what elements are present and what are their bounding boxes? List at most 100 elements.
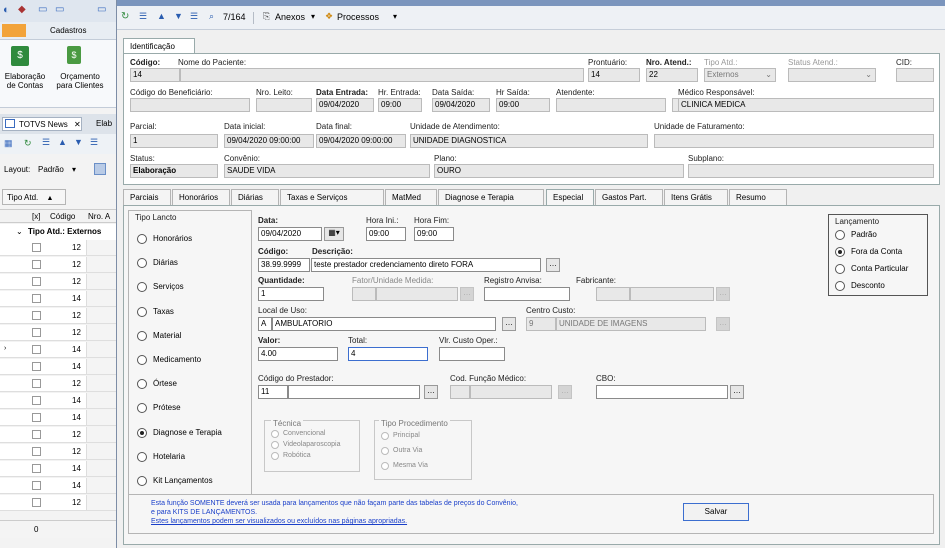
tipo-lancto-radio[interactable]	[137, 427, 147, 438]
table-row[interactable]: 14	[0, 291, 117, 307]
quantidade-field[interactable]: 1	[258, 287, 324, 301]
refresh-icon[interactable]: ◆	[18, 4, 26, 15]
centro-custo-lookup-button[interactable]: …	[716, 317, 730, 331]
data-saida-field[interactable]: 09/04/2020	[432, 98, 490, 112]
window-icon-3[interactable]: ▭	[97, 4, 106, 15]
data-inicial-field[interactable]: 09/04/2020 09:00:00	[224, 134, 314, 148]
row-checkbox[interactable]	[32, 345, 41, 354]
table-row[interactable]: 14	[0, 410, 117, 426]
medico-field[interactable]: CLINICA MEDICA	[678, 98, 934, 112]
tecnica-radio[interactable]	[271, 441, 279, 449]
vlr-custo-field[interactable]	[439, 347, 505, 361]
prev-record-icon[interactable]: ▲	[157, 11, 166, 21]
descricao-lookup-button[interactable]: …	[546, 258, 560, 272]
fator-lookup-button[interactable]: …	[460, 287, 474, 301]
fabricante-field[interactable]	[630, 287, 714, 301]
table-row[interactable]: 14	[0, 342, 117, 358]
unidade-medida-field[interactable]	[376, 287, 458, 301]
processos-button[interactable]: Processos	[337, 12, 379, 22]
tipo-lancto-radio[interactable]	[137, 234, 147, 244]
last-record-icon[interactable]: ☰	[190, 11, 198, 22]
registro-field[interactable]	[484, 287, 570, 301]
table-row[interactable]: 12	[0, 308, 117, 324]
row-checkbox[interactable]	[32, 277, 41, 286]
data-entrada-field[interactable]: 09/04/2020	[316, 98, 374, 112]
col-codigo[interactable]: Código	[50, 212, 75, 221]
row-checkbox[interactable]	[32, 243, 41, 252]
tab-totvs-news[interactable]: TOTVS News ✕	[2, 117, 82, 131]
lancamento-radio[interactable]	[835, 247, 845, 257]
table-row[interactable]: 14	[0, 393, 117, 409]
refresh-icon-2[interactable]: ↻	[24, 138, 32, 149]
tipo-atd-select[interactable]: Externos ⌄	[704, 68, 776, 82]
tipo-lancto-radio[interactable]	[137, 282, 147, 293]
tipo-lancto-radio[interactable]	[137, 451, 147, 462]
col-nro[interactable]: Nro. A	[88, 212, 110, 221]
table-row[interactable]: 12	[0, 376, 117, 392]
tab-identificacao[interactable]: Identificação	[123, 38, 195, 54]
row-checkbox[interactable]	[32, 481, 41, 490]
fabricante-code-field[interactable]	[596, 287, 630, 301]
sort-asc-icon[interactable]: ☰	[42, 137, 50, 148]
data-final-field[interactable]: 09/04/2020 09:00:00	[316, 134, 406, 148]
filter-chip[interactable]: Tipo Atd. ▲	[2, 189, 66, 205]
hora-ini-field[interactable]: 09:00	[366, 227, 406, 241]
hr-entrada-field[interactable]: 09:00	[378, 98, 422, 112]
tab-honorarios[interactable]: Honorários	[172, 189, 230, 205]
row-checkbox[interactable]	[32, 328, 41, 337]
row-checkbox[interactable]	[32, 413, 41, 422]
cod-funcao-field[interactable]	[470, 385, 552, 399]
parcial-field[interactable]: 1	[130, 134, 218, 148]
window-icon-2[interactable]: ▭	[55, 4, 64, 15]
anexos-button[interactable]: Anexos	[275, 12, 305, 22]
row-checkbox[interactable]	[32, 498, 41, 507]
table-row[interactable]: 12	[0, 325, 117, 341]
chevron-down-icon[interactable]: ▾	[72, 165, 76, 174]
nome-field[interactable]	[180, 68, 584, 82]
status-field[interactable]: Elaboração	[130, 164, 218, 178]
valor-field[interactable]: 4.00	[258, 347, 338, 361]
tipo-lancto-radio[interactable]	[137, 403, 147, 414]
table-row[interactable]: 12	[0, 444, 117, 460]
fator-field[interactable]	[352, 287, 376, 301]
table-row[interactable]: 12	[0, 427, 117, 443]
prestador-name-field[interactable]	[288, 385, 420, 399]
tab-elab[interactable]: Elab	[96, 119, 112, 128]
local-uso-field[interactable]: AMBULATORIO	[272, 317, 496, 331]
group-row[interactable]: ⌄ Tipo Atd.: Externos	[0, 224, 118, 240]
centro-custo-field[interactable]: UNIDADE DE IMAGENS	[556, 317, 706, 331]
tipo-proc-radio[interactable]	[381, 447, 389, 455]
nro-atend-field[interactable]: 22	[646, 68, 698, 82]
row-checkbox[interactable]	[32, 294, 41, 303]
next-record-icon[interactable]: ▼	[174, 11, 183, 21]
data-field[interactable]: 09/04/2020	[258, 227, 322, 241]
row-checkbox[interactable]	[32, 447, 41, 456]
toolbar-icon[interactable]: ▦	[4, 138, 13, 149]
table-row[interactable]: 12	[0, 274, 117, 290]
tecnica-radio[interactable]	[271, 452, 279, 460]
grid-icon[interactable]	[94, 163, 106, 175]
codigo-field[interactable]: 14	[130, 68, 180, 82]
local-uso-lookup-button[interactable]: …	[502, 317, 516, 331]
tipo-lancto-radio[interactable]	[137, 258, 147, 269]
processos-dropdown-icon[interactable]: ▾	[393, 12, 397, 21]
find-icon[interactable]: ⌕	[209, 11, 214, 22]
tipo-lancto-radio[interactable]	[137, 330, 147, 341]
cod-funcao-code-field[interactable]	[450, 385, 470, 399]
cod-funcao-lookup-button[interactable]: …	[558, 385, 572, 399]
descricao-field[interactable]: teste prestador credenciamento direto FO…	[311, 258, 541, 272]
lancamento-radio[interactable]	[835, 281, 845, 291]
cbo-field[interactable]	[596, 385, 728, 399]
expand-icon[interactable]: ⌄	[16, 227, 23, 236]
sort-desc-icon[interactable]: ☰	[90, 137, 98, 148]
prestador-lookup-button[interactable]: …	[424, 385, 438, 399]
table-row[interactable]: 12	[0, 495, 117, 511]
unidade-fat-field[interactable]	[654, 134, 934, 148]
salvar-button[interactable]: Salvar	[683, 503, 749, 521]
row-checkbox[interactable]	[32, 396, 41, 405]
tipo-lancto-radio[interactable]	[137, 355, 147, 365]
refresh-icon-3[interactable]: ↻	[121, 11, 129, 22]
tab-gastos-part[interactable]: Gastos Part.	[595, 189, 663, 205]
table-row[interactable]: 12	[0, 257, 117, 273]
elaboracao-button[interactable]: Elaboração de Contas	[2, 72, 48, 90]
